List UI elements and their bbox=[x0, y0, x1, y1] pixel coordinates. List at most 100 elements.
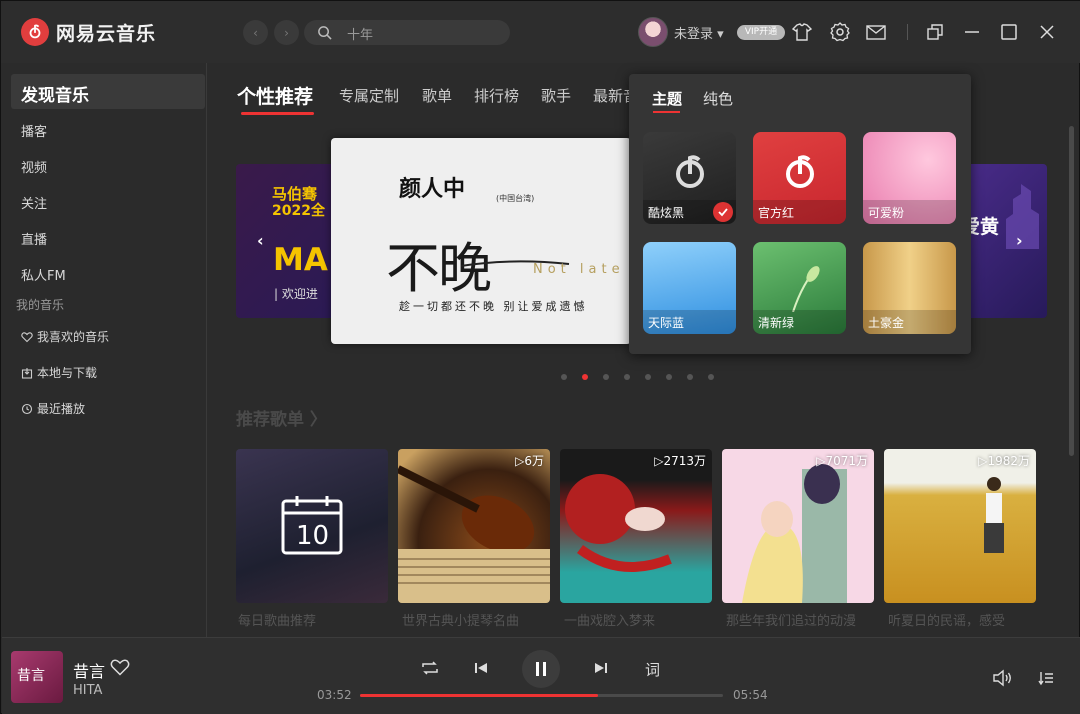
repeat-icon[interactable] bbox=[420, 659, 440, 677]
song-title[interactable]: 昔言 bbox=[73, 658, 105, 682]
skin-icon[interactable] bbox=[791, 21, 813, 43]
banner-dot[interactable] bbox=[582, 374, 588, 380]
tab-playlists[interactable]: 歌单 bbox=[422, 85, 452, 106]
theme-option-pink[interactable]: 可爱粉 bbox=[863, 132, 956, 224]
banner-left-sub: | 欢迎进 bbox=[274, 287, 318, 301]
vip-badge[interactable]: VIP开通 bbox=[737, 25, 785, 40]
clock-icon bbox=[21, 403, 33, 414]
avatar[interactable] bbox=[638, 17, 668, 47]
playlist-card[interactable]: ▷2713万 bbox=[560, 449, 712, 603]
banner-artist: 颜人中 bbox=[399, 176, 466, 202]
theme-option-gold[interactable]: 土豪金 bbox=[863, 242, 956, 334]
sidebar-item-follow[interactable]: 关注 bbox=[21, 193, 47, 212]
banner-next-arrow[interactable]: › bbox=[1016, 231, 1023, 250]
sidebar-item-label: 我喜欢的音乐 bbox=[37, 330, 110, 344]
section-title[interactable]: 推荐歌单 〉 bbox=[236, 405, 327, 430]
playlist-caption[interactable]: 听夏日的民谣，感受 bbox=[888, 610, 1040, 629]
sidebar-item-live[interactable]: 直播 bbox=[21, 229, 47, 248]
forward-button[interactable]: › bbox=[274, 20, 299, 45]
sidebar-item-video[interactable]: 视频 bbox=[21, 157, 47, 176]
sidebar-item-local[interactable]: 本地与下载 bbox=[21, 364, 97, 381]
banner-dot[interactable] bbox=[708, 374, 714, 380]
total-time: 05:54 bbox=[733, 688, 768, 702]
search-input[interactable]: 十年 bbox=[304, 20, 510, 45]
minimize-icon[interactable] bbox=[961, 21, 983, 43]
search-placeholder: 十年 bbox=[347, 28, 374, 43]
sidebar-item-fm[interactable]: 私人FM bbox=[21, 265, 66, 284]
playlist-queue-icon[interactable] bbox=[1037, 669, 1055, 687]
banner-lyric: 趁一切都还不晚 别让爱成遗憾 bbox=[399, 300, 588, 313]
playlist-card-daily[interactable]: 10 bbox=[236, 449, 388, 603]
popup-tab-indicator bbox=[653, 111, 680, 113]
banner-dot[interactable] bbox=[624, 374, 630, 380]
banner-dot[interactable] bbox=[561, 374, 567, 380]
artist-name[interactable]: HITA bbox=[73, 683, 102, 698]
scrollbar[interactable] bbox=[1069, 126, 1074, 456]
play-count: ▷6万 bbox=[515, 454, 544, 468]
album-cover[interactable]: 昔言 bbox=[11, 651, 63, 703]
tab-new-music[interactable]: 最新音 bbox=[593, 85, 629, 106]
tab-theme[interactable]: 主题 bbox=[652, 88, 682, 109]
tab-charts[interactable]: 排行榜 bbox=[474, 85, 519, 106]
theme-option-red[interactable]: 官方红 bbox=[753, 132, 846, 224]
tab-artists[interactable]: 歌手 bbox=[541, 85, 571, 106]
like-heart-icon[interactable] bbox=[110, 658, 130, 676]
banner-dot[interactable] bbox=[645, 374, 651, 380]
next-icon[interactable] bbox=[594, 661, 608, 675]
volume-icon[interactable] bbox=[992, 669, 1014, 687]
netease-logo-icon bbox=[676, 155, 704, 188]
play-count: ▷1982万 bbox=[978, 454, 1030, 468]
lyrics-button[interactable]: 词 bbox=[645, 659, 660, 680]
playlist-card[interactable]: ▷7071万 bbox=[722, 449, 874, 603]
mini-mode-icon[interactable] bbox=[924, 21, 946, 43]
pause-button[interactable] bbox=[522, 650, 560, 688]
sidebar-item-label: 最近播放 bbox=[37, 402, 86, 416]
netease-logo-icon bbox=[786, 155, 814, 188]
top-bar: 网易云音乐 ‹ › 十年 未登录 ▾ VIP开通 bbox=[1, 1, 1080, 63]
maximize-icon[interactable] bbox=[998, 21, 1020, 43]
sidebar-item-podcast[interactable]: 播客 bbox=[21, 121, 47, 140]
playlist-caption[interactable]: 世界古典小提琴名曲 bbox=[402, 610, 554, 629]
theme-option-black[interactable]: 酷炫黑 bbox=[643, 132, 736, 224]
tab-solid-color[interactable]: 纯色 bbox=[703, 88, 733, 109]
sidebar-item-discover[interactable]: 发现音乐 bbox=[11, 74, 205, 109]
current-time: 03:52 bbox=[317, 688, 352, 702]
playlist-caption[interactable]: 一曲戏腔入梦来 bbox=[564, 610, 716, 629]
banner-slide-main[interactable]: 颜人中 (中国台湾) 不晚 Not late 趁一切都还不晚 别让爱成遗憾 bbox=[331, 138, 631, 344]
progress-bar[interactable] bbox=[360, 694, 723, 697]
login-label: 未登录 bbox=[674, 27, 714, 42]
close-icon[interactable] bbox=[1036, 21, 1058, 43]
login-link[interactable]: 未登录 ▾ bbox=[674, 23, 724, 42]
theme-label: 可爱粉 bbox=[863, 200, 956, 224]
sidebar-item-recent[interactable]: 最近播放 bbox=[21, 400, 85, 417]
sidebar-item-liked[interactable]: 我喜欢的音乐 bbox=[21, 328, 109, 345]
mail-icon[interactable] bbox=[865, 21, 887, 43]
playlist-card[interactable]: ▷6万 bbox=[398, 449, 550, 603]
banner-dot[interactable] bbox=[687, 374, 693, 380]
tab-custom[interactable]: 专属定制 bbox=[339, 85, 399, 106]
app-logo-icon[interactable] bbox=[21, 18, 49, 46]
theme-option-blue[interactable]: 天际蓝 bbox=[643, 242, 736, 334]
app-window: 网易云音乐 ‹ › 十年 未登录 ▾ VIP开通 发现音乐 播客 视频 关注 直… bbox=[0, 0, 1080, 714]
pause-icon bbox=[536, 662, 546, 676]
tab-recommend[interactable]: 个性推荐 bbox=[237, 82, 313, 109]
theme-popup: 主题 纯色 酷炫黑 官方红 可爱粉 天际蓝 清新绿 土豪金 bbox=[629, 74, 971, 354]
playlist-caption[interactable]: 那些年我们追过的动漫 bbox=[726, 610, 878, 629]
playlist-card[interactable]: ▷1982万 bbox=[884, 449, 1036, 603]
previous-icon[interactable] bbox=[474, 661, 488, 675]
back-button[interactable]: ‹ bbox=[243, 20, 268, 45]
theme-option-green[interactable]: 清新绿 bbox=[753, 242, 846, 334]
grass-graphic bbox=[792, 266, 820, 312]
sidebar-item-label: 发现音乐 bbox=[21, 86, 89, 106]
download-icon bbox=[21, 367, 33, 379]
playlist-caption[interactable]: 每日歌曲推荐 bbox=[238, 610, 390, 629]
app-title: 网易云音乐 bbox=[56, 23, 157, 45]
sidebar-item-label: 本地与下载 bbox=[37, 366, 98, 380]
banner-dot[interactable] bbox=[666, 374, 672, 380]
banner-dot[interactable] bbox=[603, 374, 609, 380]
theme-label: 天际蓝 bbox=[643, 310, 736, 334]
my-music-heading: 我的音乐 bbox=[16, 298, 65, 312]
gear-icon[interactable] bbox=[829, 21, 851, 43]
theme-label: 土豪金 bbox=[863, 310, 956, 334]
banner-prev-arrow[interactable]: ‹ bbox=[257, 231, 264, 250]
